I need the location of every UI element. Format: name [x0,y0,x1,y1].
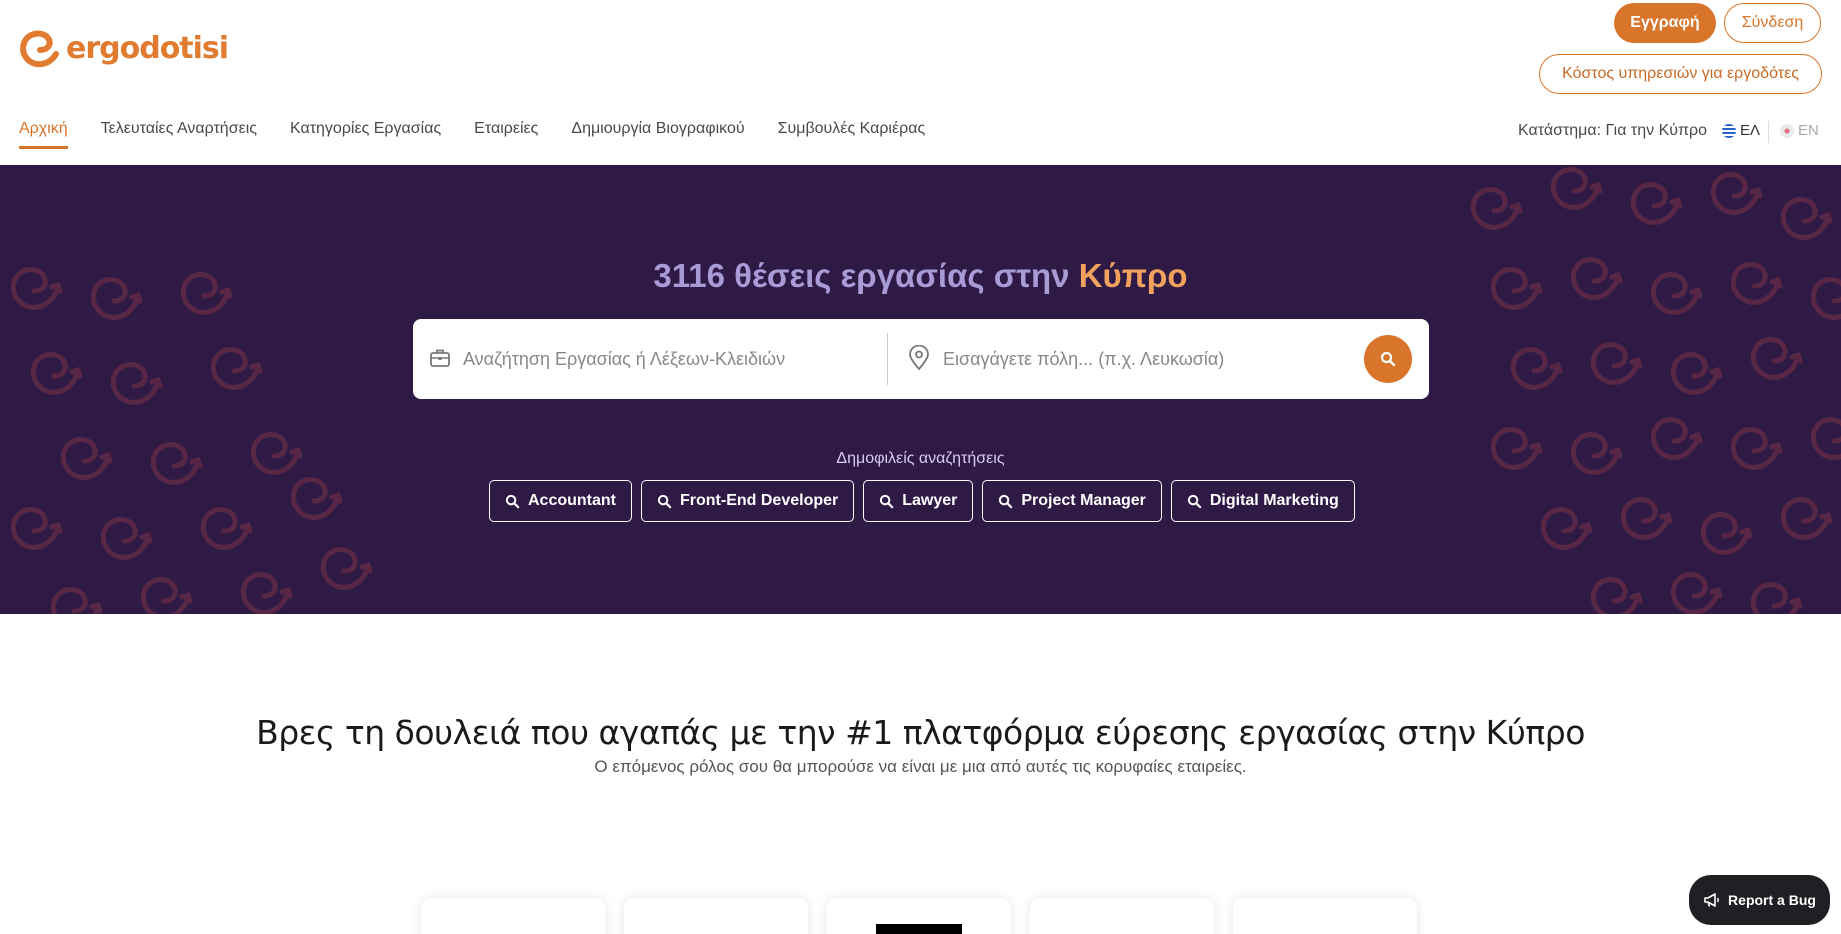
chip-label: Lawyer [902,492,958,509]
language-el-label: ΕΛ [1740,122,1761,139]
greek-flag-icon [1722,123,1736,138]
featured-companies [421,898,1417,934]
swirl-decoration-icon [1590,577,1643,614]
popular-searches-label: Δημοφιλείς αναζητήσεις [836,450,1005,467]
swirl-decoration-icon [1750,337,1803,380]
search-divider [887,333,888,385]
language-el-button[interactable]: ΕΛ [1722,122,1760,139]
company-card[interactable] [421,898,605,934]
language-divider [1768,121,1769,143]
swirl-decoration-icon [1620,497,1673,540]
chip-label: Accountant [528,492,616,509]
hero-title: 3116 θέσεις εργασίας στην Κύπρο [0,257,1841,295]
report-bug-button[interactable]: Report a Bug [1689,875,1830,925]
popular-search-digital-marketing[interactable]: Digital Marketing [1170,480,1355,522]
swirl-decoration-icon [30,352,83,395]
hero-search-section: 3116 θέσεις εργασίας στην Κύπρο Δημοφιλε… [0,165,1841,614]
swirl-decoration-icon [140,577,193,614]
language-en-label: EN [1798,122,1819,139]
swirl-decoration-icon [10,507,63,550]
search-icon [657,494,672,508]
swirl-decoration-icon [1670,352,1723,395]
briefcase-icon [429,347,451,374]
chip-label: Front-End Developer [680,492,839,509]
popular-searches: Accountant Front-End Developer Lawyer Pr… [489,480,1355,522]
search-icon [999,494,1013,508]
nav-item-home[interactable]: Αρχική [19,120,68,149]
popular-search-project-manager[interactable]: Project Manager [982,480,1162,522]
nav-item-companies[interactable]: Εταιρείες [474,120,538,149]
search-bar [413,319,1429,399]
site-header: ergodotisi Εγγραφή Σύνδεση Κόστος υπηρεσ… [0,0,1841,165]
swirl-decoration-icon [1780,497,1833,540]
swirl-decoration-icon [290,477,343,520]
location-pin-icon [907,344,931,376]
company-card[interactable] [624,898,808,934]
swirl-decoration-icon [110,362,163,405]
nav-item-latest-posts[interactable]: Τελευταίες Αναρτήσεις [101,120,257,149]
job-count-text: 3116 θέσεις εργασίας στην [653,257,1079,294]
swirl-decoration-icon [240,572,293,614]
popular-search-front-end-developer[interactable]: Front-End Developer [641,480,855,522]
megaphone-icon [1704,893,1719,907]
swirl-decoration-icon [320,547,373,590]
swirl-decoration-icon [1630,182,1683,225]
swirl-decoration-icon [1670,572,1723,614]
swirl-decoration-icon [1780,197,1833,240]
swirl-decoration-icon [210,347,263,390]
section-subheading: Ο επόμενος ρόλος σου θα μπορούσε να είνα… [594,757,1247,776]
uk-flag-icon [1780,123,1794,138]
company-card[interactable] [827,898,1011,934]
employer-pricing-button[interactable]: Κόστος υπηρεσιών για εργοδότες [1539,54,1822,94]
chip-label: Digital Marketing [1209,492,1339,509]
nav-item-cv-builder[interactable]: Δημιουργία Βιογραφικού [571,120,744,149]
company-card[interactable] [1030,898,1214,934]
swirl-decoration-icon [1750,582,1803,614]
search-icon [1187,494,1202,508]
register-button[interactable]: Εγγραφή [1614,3,1716,43]
search-icon [505,494,520,508]
swirl-decoration-icon [1540,507,1593,550]
swirl-decoration-icon [1510,347,1563,390]
popular-search-accountant[interactable]: Accountant [489,480,632,522]
popular-search-lawyer[interactable]: Lawyer [863,480,974,522]
company-logo [876,924,962,934]
swirl-decoration-icon [1710,172,1763,215]
job-search-input[interactable] [463,339,863,379]
login-button[interactable]: Σύνδεση [1724,3,1821,43]
search-submit-button[interactable] [1364,335,1412,383]
search-icon [880,494,894,508]
location-input[interactable] [943,339,1343,379]
logo-text: ergodotisi [66,30,229,66]
section-heading: Βρες τη δουλειά που αγαπάς με την #1 πλα… [256,713,1585,752]
search-icon [1380,351,1396,367]
ergodotisi-logo[interactable]: ergodotisi [18,26,229,70]
chip-label: Project Manager [1021,492,1146,509]
language-en-button[interactable]: EN [1780,122,1819,139]
logo-swirl-icon [20,30,59,68]
store-selector[interactable]: Κατάστημα: Για την Κύπρο [1518,122,1707,140]
report-bug-label: Report a Bug [1728,892,1816,908]
main-nav: Αρχική Τελευταίες Αναρτήσεις Κατηγορίες … [19,120,958,149]
swirl-decoration-icon [50,587,103,614]
hero-city: Κύπρο [1078,257,1188,294]
swirl-decoration-icon [200,507,253,550]
swirl-decoration-icon [1550,167,1603,210]
nav-item-job-categories[interactable]: Κατηγορίες Εργασίας [290,120,441,149]
company-card[interactable] [1233,898,1417,934]
swirl-decoration-icon [1590,342,1643,385]
nav-item-career-advice[interactable]: Συμβουλές Καριέρας [778,120,926,149]
swirl-decoration-icon [1470,187,1523,230]
